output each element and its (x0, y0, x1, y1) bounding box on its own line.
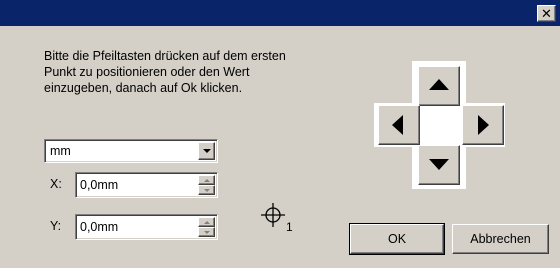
dropdown-arrow-button[interactable] (198, 142, 215, 160)
y-label: Y: (50, 219, 62, 233)
arrow-left-icon (392, 115, 403, 135)
arrow-down-icon (429, 159, 449, 170)
x-label: X: (50, 177, 62, 191)
dialog-window: ✕ Bitte die Pfeiltasten drücken auf dem … (0, 0, 560, 268)
arrow-right-button[interactable] (462, 105, 504, 145)
ok-button[interactable]: OK (349, 223, 445, 255)
arrow-right-icon (478, 115, 489, 135)
arrow-left-button[interactable] (378, 105, 420, 145)
arrow-up-button[interactable] (418, 66, 460, 106)
instruction-text: Bitte die Pfeiltasten drücken auf dem er… (44, 49, 286, 95)
unit-select-value: mm (50, 144, 71, 158)
cancel-button[interactable]: Abbrechen (452, 224, 549, 254)
arrow-up-icon (429, 79, 449, 90)
x-coordinate-value[interactable]: 0,0mm (80, 178, 118, 192)
y-coordinate-value[interactable]: 0,0mm (80, 220, 118, 234)
y-coordinate-field[interactable]: 0,0mm (75, 214, 218, 240)
x-coordinate-field[interactable]: 0,0mm (75, 172, 218, 198)
arrow-pad (374, 61, 505, 189)
x-spin-down-button[interactable] (198, 185, 215, 195)
y-spin-down-button[interactable] (198, 227, 215, 237)
y-spin-up-button[interactable] (198, 217, 215, 227)
crosshair-icon: 1 (261, 203, 293, 234)
point-index: 1 (286, 220, 293, 234)
x-spin-up-button[interactable] (198, 175, 215, 185)
close-icon: ✕ (541, 6, 552, 21)
title-bar[interactable]: ✕ (0, 0, 560, 26)
close-button[interactable]: ✕ (537, 5, 556, 22)
unit-select[interactable]: mm (44, 139, 218, 163)
arrow-down-button[interactable] (418, 145, 460, 185)
